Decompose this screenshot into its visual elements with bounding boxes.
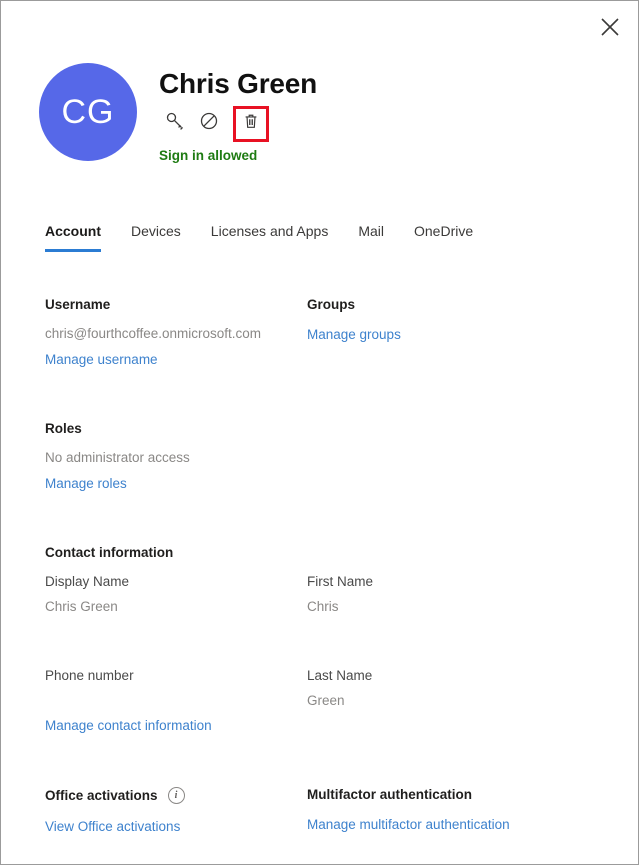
roles-value: No administrator access [45, 450, 190, 465]
view-office-activations-link[interactable]: View Office activations [45, 819, 180, 834]
tab-devices[interactable]: Devices [131, 223, 181, 252]
status-badge: Sign in allowed [159, 147, 258, 163]
info-icon[interactable]: i [167, 787, 185, 804]
tab-mail[interactable]: Mail [358, 223, 384, 252]
username-section: Username chris@fourthcoffee.onmicrosoft.… [45, 297, 307, 369]
close-button[interactable] [590, 7, 630, 47]
display-name-value: Chris Green [45, 599, 118, 614]
username-value: chris@fourthcoffee.onmicrosoft.com [45, 326, 262, 341]
display-name-field: Display Name Chris Green [45, 574, 307, 624]
username-heading: Username [45, 297, 111, 312]
display-name-label: Display Name [45, 574, 130, 589]
avatar-initials: CG [61, 92, 115, 131]
block-signin-button[interactable] [195, 110, 223, 138]
multifactor-authentication-heading: Multifactor authentication [307, 787, 472, 802]
page-title: Chris Green [159, 68, 318, 99]
last-name-value: Green [307, 693, 345, 708]
roles-section: Roles No administrator access Manage rol… [45, 421, 307, 493]
reset-password-button[interactable] [161, 110, 189, 138]
phone-number-label: Phone number [45, 668, 134, 683]
user-header-info: Chris Green Sign in allowed [159, 63, 317, 163]
roles-heading: Roles [45, 421, 82, 436]
office-activations-section: Office activations i View Office activat… [45, 787, 307, 836]
office-activations-heading: Office activations i [45, 787, 307, 804]
manage-username-link[interactable]: Manage username [45, 352, 158, 367]
avatar: CG [39, 63, 137, 161]
tab-bar: Account Devices Licenses and Apps Mail O… [45, 223, 473, 252]
contact-row-names: Display Name Chris Green First Name Chri… [45, 574, 598, 624]
key-icon [165, 111, 185, 136]
contact-row-phone: Phone number Manage contact information … [45, 668, 598, 735]
contact-information-section: Contact information Display Name Chris G… [45, 545, 598, 735]
manage-multifactor-authentication-link[interactable]: Manage multifactor authentication [307, 817, 510, 832]
contact-information-heading: Contact information [45, 545, 174, 560]
tab-licenses-and-apps[interactable]: Licenses and Apps [211, 223, 329, 252]
delete-user-button[interactable] [233, 105, 269, 142]
activations-mfa-row: Office activations i View Office activat… [45, 787, 598, 836]
block-icon [199, 111, 219, 136]
manage-groups-link[interactable]: Manage groups [307, 327, 401, 342]
account-tab-content: Username chris@fourthcoffee.onmicrosoft.… [45, 297, 598, 836]
groups-heading: Groups [307, 297, 356, 312]
first-name-value: Chris [307, 599, 339, 614]
tab-onedrive[interactable]: OneDrive [414, 223, 473, 252]
first-name-label: First Name [307, 574, 374, 589]
manage-roles-link[interactable]: Manage roles [45, 476, 127, 491]
first-name-field: First Name Chris [307, 574, 598, 624]
manage-contact-information-link[interactable]: Manage contact information [45, 718, 212, 733]
user-details-panel: CG Chris Green Sign in allowed Account D… [0, 0, 639, 865]
tab-account[interactable]: Account [45, 223, 101, 252]
roles-row: Roles No administrator access Manage rol… [45, 421, 598, 493]
groups-section: Groups Manage groups [307, 297, 598, 344]
office-activations-title: Office activations [45, 788, 158, 803]
close-icon [600, 17, 620, 37]
user-header: CG Chris Green Sign in allowed [39, 63, 317, 163]
phone-number-field: Phone number Manage contact information [45, 668, 307, 735]
username-groups-row: Username chris@fourthcoffee.onmicrosoft.… [45, 297, 598, 369]
user-action-toolbar [161, 105, 317, 142]
trash-icon [242, 112, 260, 135]
last-name-field: Last Name Green [307, 668, 598, 718]
last-name-label: Last Name [307, 668, 373, 683]
multifactor-authentication-section: Multifactor authentication Manage multif… [307, 787, 598, 834]
